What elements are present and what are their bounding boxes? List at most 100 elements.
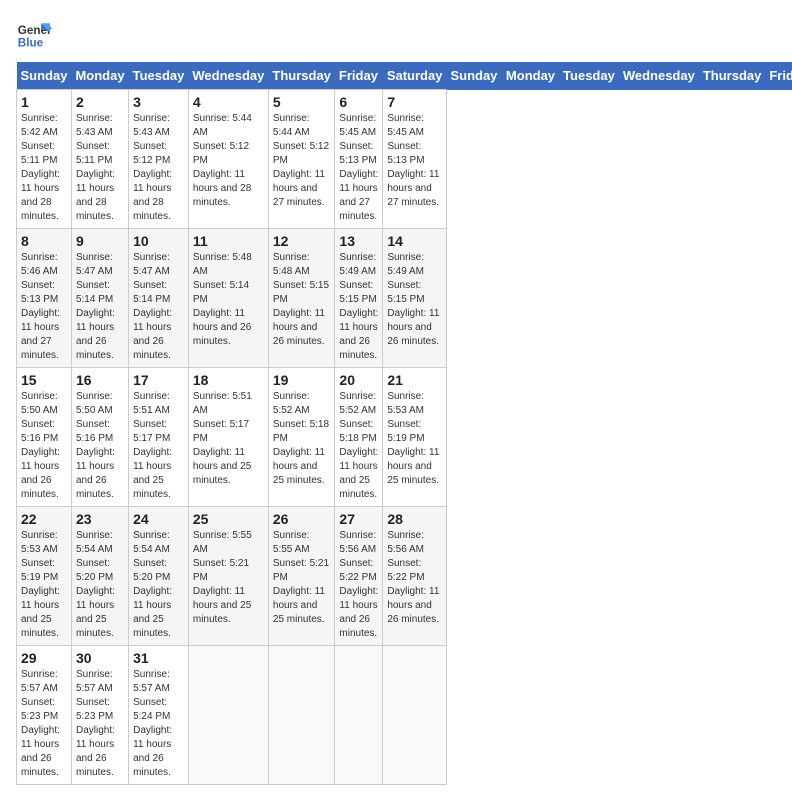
col-header-tuesday: Tuesday	[559, 62, 619, 90]
day-cell-30: 30 Sunrise: 5:57 AMSunset: 5:23 PMDayligh…	[71, 646, 128, 785]
day-cell-8: 8Sunrise: 5:46 AMSunset: 5:13 PMDaylight…	[17, 229, 72, 368]
col-header-sunday: Sunday	[17, 62, 72, 90]
day-info: Sunrise: 5:45 AMSunset: 5:13 PMDaylight:…	[387, 113, 439, 208]
svg-text:Blue: Blue	[18, 37, 44, 50]
day-number: 11	[193, 233, 264, 249]
day-number: 16	[76, 372, 124, 388]
day-info: Sunrise: 5:53 AMSunset: 5:19 PMDaylight:…	[387, 391, 439, 486]
day-cell-9: 9Sunrise: 5:47 AMSunset: 5:14 PMDaylight…	[71, 229, 128, 368]
empty-cell	[188, 646, 268, 785]
day-number: 2	[76, 94, 124, 110]
day-cell-6: 6Sunrise: 5:45 AMSunset: 5:13 PMDaylight…	[335, 90, 383, 229]
col-header-thursday: Thursday	[699, 62, 766, 90]
empty-cell	[383, 646, 447, 785]
day-info: Sunrise: 5:47 AMSunset: 5:14 PMDaylight:…	[133, 252, 172, 361]
day-cell-13: 13 Sunrise: 5:49 AMSunset: 5:15 PMDayligh…	[335, 229, 383, 368]
day-info: Sunrise: 5:51 AMSunset: 5:17 PMDaylight:…	[133, 391, 172, 500]
day-cell-25: 25Sunrise: 5:55 AMSunset: 5:21 PMDayligh…	[188, 507, 268, 646]
day-cell-22: 22Sunrise: 5:53 AMSunset: 5:19 PMDayligh…	[17, 507, 72, 646]
day-number: 29	[21, 650, 67, 666]
day-info: Sunrise: 5:57 AMSunset: 5:24 PMDaylight:…	[133, 669, 172, 778]
col-header-tuesday: Tuesday	[129, 62, 189, 90]
day-info: Sunrise: 5:53 AMSunset: 5:19 PMDaylight:…	[21, 530, 60, 639]
day-number: 12	[273, 233, 331, 249]
day-number: 23	[76, 511, 124, 527]
day-cell-12: 12 Sunrise: 5:48 AMSunset: 5:15 PMDayligh…	[268, 229, 335, 368]
col-header-monday: Monday	[502, 62, 559, 90]
col-header-thursday: Thursday	[268, 62, 335, 90]
day-number: 28	[387, 511, 442, 527]
day-number: 6	[339, 94, 378, 110]
day-info: Sunrise: 5:55 AMSunset: 5:21 PMDaylight:…	[273, 530, 329, 625]
page-header: General Blue	[16, 16, 776, 52]
day-number: 14	[387, 233, 442, 249]
day-info: Sunrise: 5:43 AMSunset: 5:12 PMDaylight:…	[133, 113, 172, 222]
day-number: 13	[339, 233, 378, 249]
day-cell-17: 17 Sunrise: 5:51 AMSunset: 5:17 PMDayligh…	[129, 368, 189, 507]
week-row-2: 8Sunrise: 5:46 AMSunset: 5:13 PMDaylight…	[17, 229, 792, 368]
day-number: 5	[273, 94, 331, 110]
day-number: 26	[273, 511, 331, 527]
day-cell-18: 18 Sunrise: 5:51 AMSunset: 5:17 PMDayligh…	[188, 368, 268, 507]
day-number: 30	[76, 650, 124, 666]
day-cell-7: 7 Sunrise: 5:45 AMSunset: 5:13 PMDaylight…	[383, 90, 447, 229]
day-cell-11: 11 Sunrise: 5:48 AMSunset: 5:14 PMDayligh…	[188, 229, 268, 368]
day-cell-20: 20 Sunrise: 5:52 AMSunset: 5:18 PMDayligh…	[335, 368, 383, 507]
day-info: Sunrise: 5:46 AMSunset: 5:13 PMDaylight:…	[21, 252, 60, 361]
col-header-wednesday: Wednesday	[188, 62, 268, 90]
day-cell-31: 31 Sunrise: 5:57 AMSunset: 5:24 PMDayligh…	[129, 646, 189, 785]
day-cell-19: 19 Sunrise: 5:52 AMSunset: 5:18 PMDayligh…	[268, 368, 335, 507]
day-number: 15	[21, 372, 67, 388]
day-number: 21	[387, 372, 442, 388]
day-cell-5: 5 Sunrise: 5:44 AMSunset: 5:12 PMDaylight…	[268, 90, 335, 229]
day-number: 31	[133, 650, 184, 666]
day-info: Sunrise: 5:57 AMSunset: 5:23 PMDaylight:…	[76, 669, 115, 778]
day-number: 20	[339, 372, 378, 388]
week-row-3: 15 Sunrise: 5:50 AMSunset: 5:16 PMDayligh…	[17, 368, 792, 507]
day-cell-26: 26 Sunrise: 5:55 AMSunset: 5:21 PMDayligh…	[268, 507, 335, 646]
day-cell-23: 23 Sunrise: 5:54 AMSunset: 5:20 PMDayligh…	[71, 507, 128, 646]
day-cell-2: 2Sunrise: 5:43 AMSunset: 5:11 PMDaylight…	[71, 90, 128, 229]
day-info: Sunrise: 5:52 AMSunset: 5:18 PMDaylight:…	[273, 391, 329, 486]
day-info: Sunrise: 5:50 AMSunset: 5:16 PMDaylight:…	[76, 391, 115, 500]
empty-cell	[268, 646, 335, 785]
day-number: 1	[21, 94, 67, 110]
day-info: Sunrise: 5:49 AMSunset: 5:15 PMDaylight:…	[387, 252, 439, 347]
day-number: 19	[273, 372, 331, 388]
day-info: Sunrise: 5:52 AMSunset: 5:18 PMDaylight:…	[339, 391, 378, 500]
day-number: 10	[133, 233, 184, 249]
day-info: Sunrise: 5:48 AMSunset: 5:15 PMDaylight:…	[273, 252, 329, 347]
day-info: Sunrise: 5:44 AMSunset: 5:12 PMDaylight:…	[273, 113, 329, 208]
day-number: 3	[133, 94, 184, 110]
day-info: Sunrise: 5:55 AMSunset: 5:21 PMDaylight:…	[193, 530, 252, 625]
day-cell-15: 15Sunrise: 5:50 AMSunset: 5:16 PMDayligh…	[17, 368, 72, 507]
week-row-4: 22Sunrise: 5:53 AMSunset: 5:19 PMDayligh…	[17, 507, 792, 646]
logo-icon: General Blue	[16, 16, 52, 52]
logo: General Blue	[16, 16, 52, 52]
day-cell-21: 21 Sunrise: 5:53 AMSunset: 5:19 PMDayligh…	[383, 368, 447, 507]
day-cell-27: 27 Sunrise: 5:56 AMSunset: 5:22 PMDayligh…	[335, 507, 383, 646]
day-number: 27	[339, 511, 378, 527]
day-info: Sunrise: 5:57 AMSunset: 5:23 PMDaylight:…	[21, 669, 60, 778]
col-header-monday: Monday	[71, 62, 128, 90]
day-info: Sunrise: 5:54 AMSunset: 5:20 PMDaylight:…	[76, 530, 115, 639]
day-number: 24	[133, 511, 184, 527]
day-number: 17	[133, 372, 184, 388]
day-info: Sunrise: 5:56 AMSunset: 5:22 PMDaylight:…	[387, 530, 439, 625]
day-cell-1: 1Sunrise: 5:42 AMSunset: 5:11 PMDaylight…	[17, 90, 72, 229]
day-info: Sunrise: 5:49 AMSunset: 5:15 PMDaylight:…	[339, 252, 378, 361]
day-info: Sunrise: 5:48 AMSunset: 5:14 PMDaylight:…	[193, 252, 252, 347]
day-cell-4: 4Sunrise: 5:44 AMSunset: 5:12 PMDaylight…	[188, 90, 268, 229]
col-header-friday: Friday	[335, 62, 383, 90]
day-number: 18	[193, 372, 264, 388]
day-cell-10: 10 Sunrise: 5:47 AMSunset: 5:14 PMDayligh…	[129, 229, 189, 368]
day-info: Sunrise: 5:56 AMSunset: 5:22 PMDaylight:…	[339, 530, 378, 639]
day-cell-3: 3 Sunrise: 5:43 AMSunset: 5:12 PMDaylight…	[129, 90, 189, 229]
day-info: Sunrise: 5:51 AMSunset: 5:17 PMDaylight:…	[193, 391, 252, 486]
calendar-table: SundayMondayTuesdayWednesdayThursdayFrid…	[16, 62, 792, 785]
day-cell-28: 28 Sunrise: 5:56 AMSunset: 5:22 PMDayligh…	[383, 507, 447, 646]
day-number: 7	[387, 94, 442, 110]
col-header-sunday: Sunday	[446, 62, 501, 90]
day-cell-24: 24Sunrise: 5:54 AMSunset: 5:20 PMDayligh…	[129, 507, 189, 646]
col-header-friday: Friday	[765, 62, 792, 90]
